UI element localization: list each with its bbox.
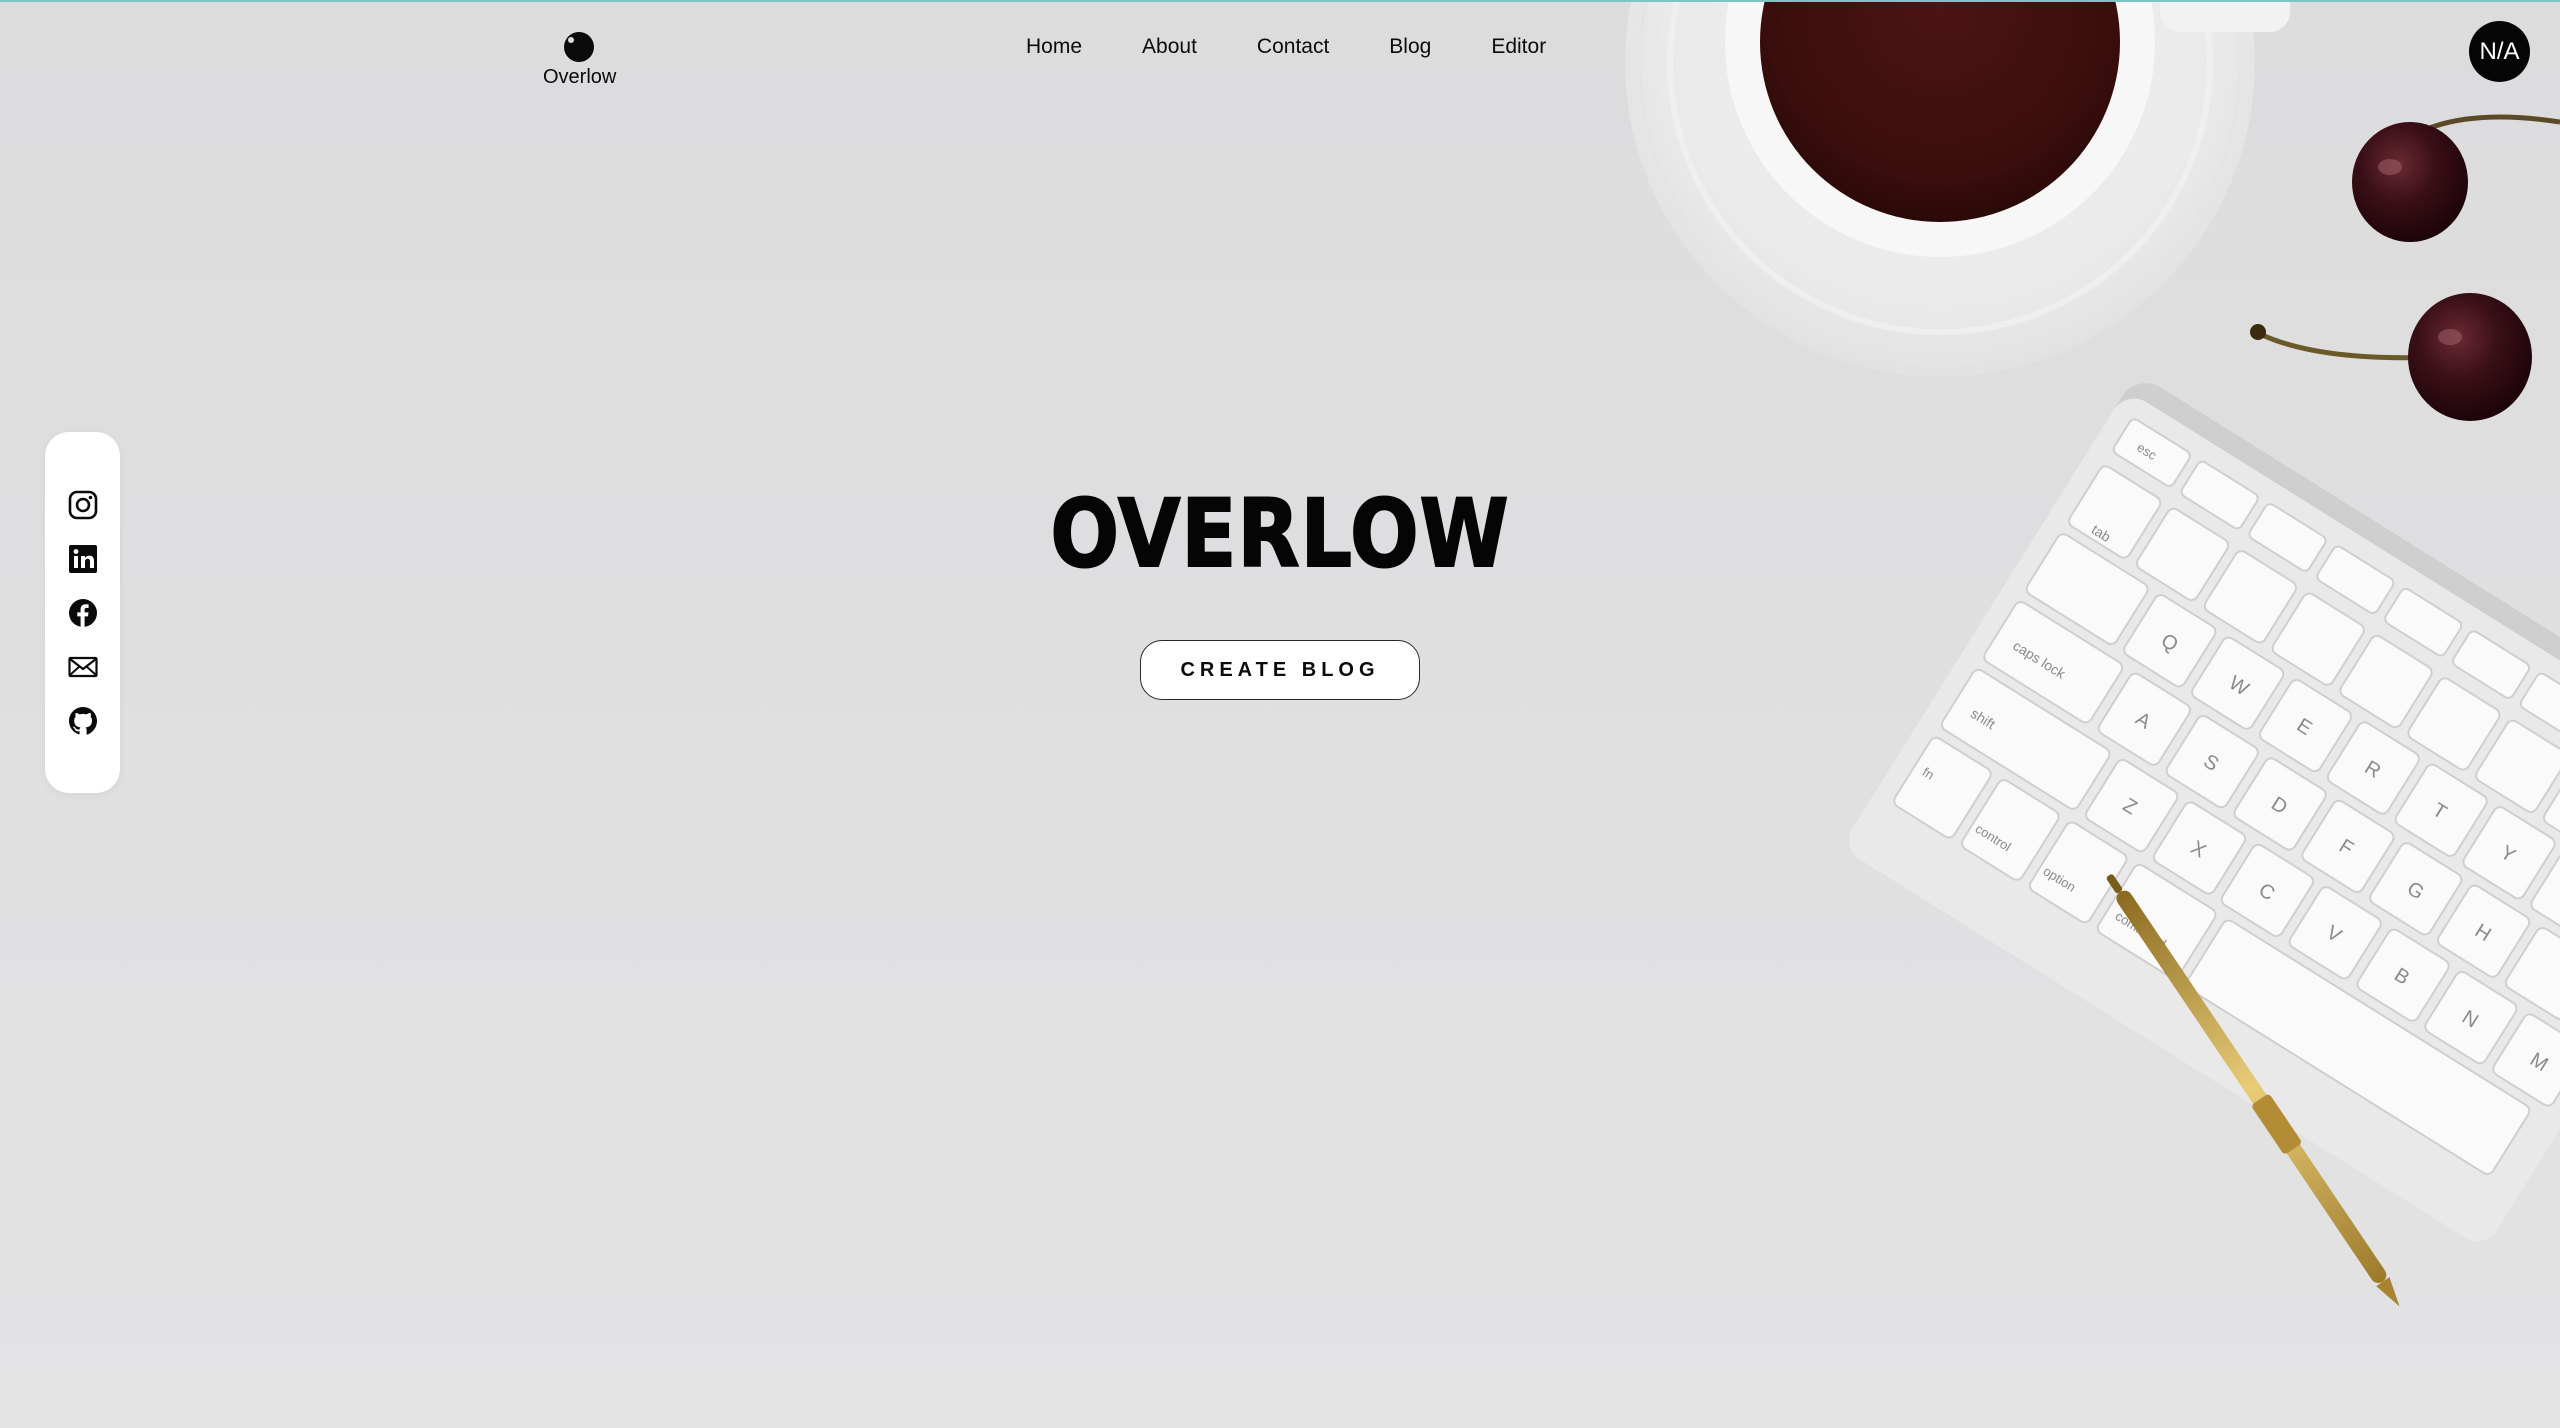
page: esc tab caps lock shift fn control optio…: [0, 0, 2560, 1428]
svg-text:G: G: [2403, 877, 2428, 904]
instagram-icon[interactable]: [67, 489, 99, 521]
svg-text:fn: fn: [1920, 764, 1937, 782]
svg-text:Z: Z: [2119, 794, 2141, 819]
hero-title: OVERLOW: [1050, 479, 1510, 590]
svg-text:esc: esc: [2134, 440, 2160, 464]
svg-text:R: R: [2361, 757, 2385, 783]
desk-photo: esc tab caps lock shift fn control optio…: [1625, 2, 2560, 1307]
brand-logo-icon[interactable]: [564, 32, 594, 62]
linkedin-icon[interactable]: [67, 543, 99, 575]
mail-icon[interactable]: [67, 651, 99, 683]
social-links-rail: [45, 432, 120, 793]
nav-contact[interactable]: Contact: [1257, 35, 1329, 59]
svg-text:caps lock: caps lock: [2010, 637, 2069, 682]
svg-text:shift: shift: [1968, 705, 1998, 732]
svg-text:Y: Y: [2496, 841, 2519, 867]
svg-text:X: X: [2187, 837, 2210, 863]
nav-editor[interactable]: Editor: [1491, 35, 1546, 59]
svg-text:command: command: [2113, 908, 2169, 951]
create-blog-button[interactable]: CREATE BLOG: [1140, 640, 1420, 700]
svg-text:control: control: [1973, 821, 2014, 854]
svg-text:N: N: [2458, 1006, 2482, 1032]
svg-text:D: D: [2267, 793, 2291, 819]
svg-text:C: C: [2255, 879, 2279, 905]
svg-text:H: H: [2471, 920, 2495, 946]
svg-text:W: W: [2225, 672, 2253, 701]
svg-text:Q: Q: [2157, 629, 2182, 656]
svg-text:V: V: [2322, 921, 2346, 947]
svg-text:S: S: [2199, 750, 2222, 776]
nav-about[interactable]: About: [1142, 35, 1197, 59]
svg-text:B: B: [2390, 964, 2413, 990]
github-icon[interactable]: [67, 705, 99, 737]
svg-text:option: option: [2041, 863, 2079, 894]
facebook-icon[interactable]: [67, 597, 99, 629]
main-nav: Home About Contact Blog Editor: [1026, 35, 1546, 59]
brand-name[interactable]: Overlow: [543, 66, 616, 89]
brand[interactable]: Overlow: [543, 32, 616, 89]
svg-text:A: A: [2132, 708, 2156, 734]
svg-text:F: F: [2335, 835, 2357, 860]
svg-text:M: M: [2526, 1049, 2552, 1076]
nav-blog[interactable]: Blog: [1389, 35, 1431, 59]
nav-home[interactable]: Home: [1026, 35, 1082, 59]
user-avatar[interactable]: N/A: [2469, 21, 2530, 82]
svg-text:E: E: [2293, 714, 2316, 740]
svg-text:T: T: [2428, 799, 2450, 824]
